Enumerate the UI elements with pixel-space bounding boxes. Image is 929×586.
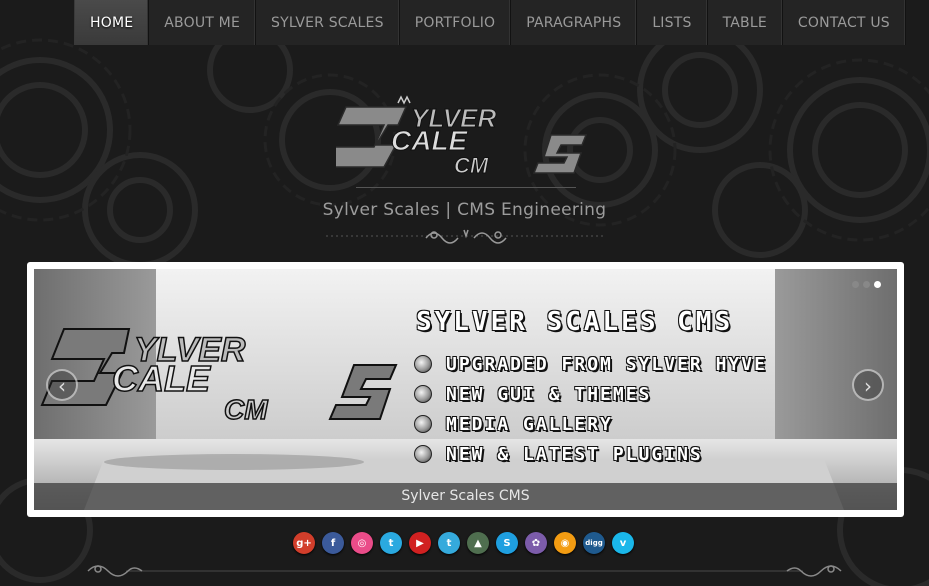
digg-icon[interactable]: digg xyxy=(583,532,605,554)
ornament-divider xyxy=(326,229,606,244)
youtube-icon[interactable]: ▶ xyxy=(409,532,431,554)
nav-item-portfolio[interactable]: PORTFOLIO xyxy=(400,0,512,45)
flickr-icon[interactable]: ✿ xyxy=(525,532,547,554)
nav-item-home[interactable]: HOME xyxy=(75,0,150,45)
slide: YLVER CALE CM SYLVER SCALES CMS UPGRADED… xyxy=(34,269,897,510)
feature-label: NEW GUI & THEMES xyxy=(446,383,652,405)
list-item: UPGRADED FROM SYLVER HYVE xyxy=(414,349,767,379)
twitter-icon[interactable]: t xyxy=(380,532,402,554)
slider-pagination xyxy=(852,281,881,288)
bullet-icon xyxy=(414,415,432,433)
site-logo[interactable]: YLVER CALE CM xyxy=(336,95,596,180)
social-links: g+ f ◎ t ▶ t ▲ S ✿ ◉ digg v xyxy=(293,532,634,554)
image-slider: YLVER CALE CM SYLVER SCALES CMS UPGRADED… xyxy=(27,262,904,517)
tumblr-icon[interactable]: t xyxy=(438,532,460,554)
site-tagline: Sylver Scales | CMS Engineering xyxy=(322,200,607,220)
feature-list: UPGRADED FROM SYLVER HYVE NEW GUI & THEM… xyxy=(414,349,767,469)
slide-dot-2[interactable] xyxy=(863,281,870,288)
slide-title: SYLVER SCALES CMS xyxy=(416,307,734,337)
nav-item-table[interactable]: TABLE xyxy=(708,0,783,45)
feature-label: NEW & LATEST PLUGINS xyxy=(446,443,703,465)
facebook-icon[interactable]: f xyxy=(322,532,344,554)
skype-icon[interactable]: S xyxy=(496,532,518,554)
svg-text:CALE: CALE xyxy=(112,358,211,399)
nav-item-about-me[interactable]: ABOUT ME xyxy=(149,0,257,45)
nav-item-contact-us[interactable]: CONTACT US xyxy=(783,0,906,45)
list-item: MEDIA GALLERY xyxy=(414,409,767,439)
slide-dot-3[interactable] xyxy=(874,281,881,288)
prev-slide-button[interactable]: ‹ xyxy=(46,369,78,401)
vimeo-icon[interactable]: v xyxy=(612,532,634,554)
google-plus-icon[interactable]: g+ xyxy=(293,532,315,554)
footer-ornament xyxy=(87,565,842,577)
dribbble-icon[interactable]: ◎ xyxy=(351,532,373,554)
feature-label: MEDIA GALLERY xyxy=(446,413,613,435)
slide-caption: Sylver Scales CMS xyxy=(34,483,897,510)
nav-item-sylver-scales[interactable]: SYLVER SCALES xyxy=(256,0,400,45)
nav-item-lists[interactable]: LISTS xyxy=(637,0,708,45)
next-slide-button[interactable]: › xyxy=(852,369,884,401)
slide-dot-1[interactable] xyxy=(852,281,859,288)
forrst-icon[interactable]: ▲ xyxy=(467,532,489,554)
bullet-icon xyxy=(414,355,432,373)
nav-item-paragraphs[interactable]: PARAGRAPHS xyxy=(511,0,638,45)
svg-text:CALE: CALE xyxy=(391,125,469,156)
rss-icon[interactable]: ◉ xyxy=(554,532,576,554)
main-nav: HOME ABOUT ME SYLVER SCALES PORTFOLIO PA… xyxy=(74,0,906,45)
svg-text:CM: CM xyxy=(454,153,489,178)
feature-label: UPGRADED FROM SYLVER HYVE xyxy=(446,353,767,375)
list-item: NEW & LATEST PLUGINS xyxy=(414,439,767,469)
svg-text:CM: CM xyxy=(224,394,268,425)
bullet-icon xyxy=(414,445,432,463)
list-item: NEW GUI & THEMES xyxy=(414,379,767,409)
bullet-icon xyxy=(414,385,432,403)
logo-divider xyxy=(356,187,576,188)
